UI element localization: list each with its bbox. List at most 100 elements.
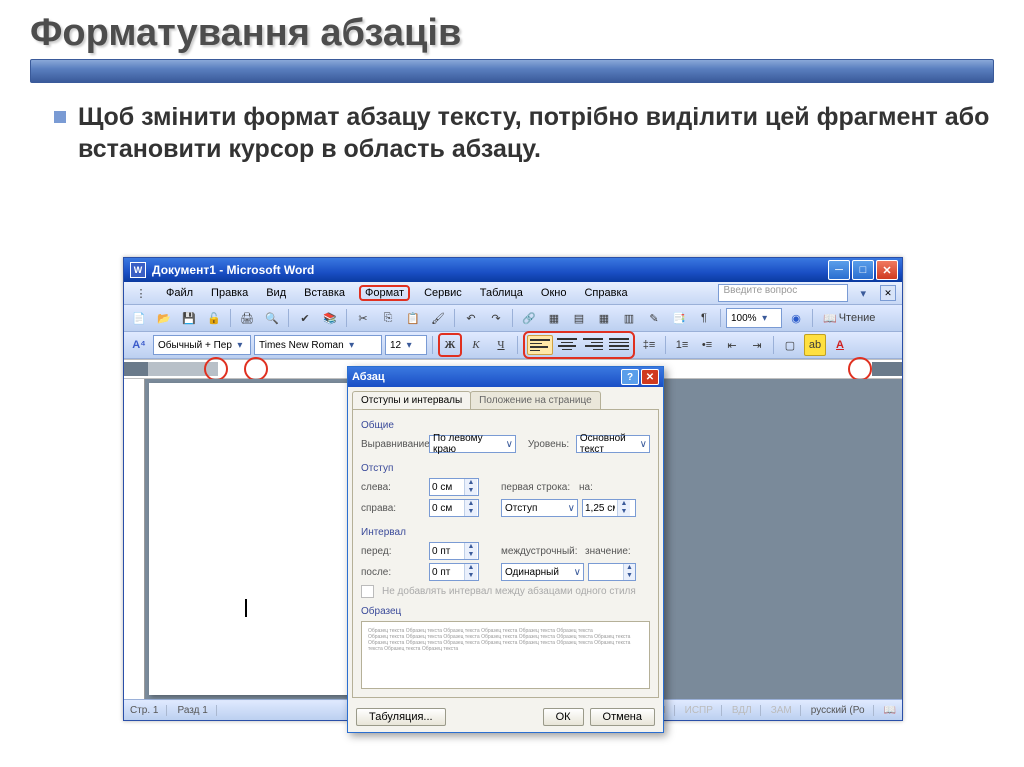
cancel-button[interactable]: Отмена [590, 708, 655, 726]
word-app-window: W Документ1 - Microsoft Word ─ □ ✕ ⋮ Фай… [123, 257, 903, 721]
preview-box: Образец текста Образец текста Образец те… [361, 621, 650, 689]
same-style-spacing-label: Не добавлять интервал между абзацами одн… [382, 586, 636, 597]
menu-format[interactable]: Формат [359, 285, 410, 301]
read-mode-button[interactable]: 📖 Чтение [818, 307, 880, 329]
menu-view[interactable]: Вид [262, 285, 290, 301]
tab-indents-spacing[interactable]: Отступы и интервалы [352, 391, 471, 409]
copy-button[interactable]: ⎘ [377, 307, 399, 329]
numbered-list-button[interactable]: 1≡ [671, 334, 693, 356]
minimize-button[interactable]: ─ [828, 260, 850, 280]
font-combo[interactable]: Times New Roman▾ [254, 335, 382, 355]
spellcheck-button[interactable]: ✔ [294, 307, 316, 329]
research-button[interactable]: 📚 [319, 307, 341, 329]
align-justify-button[interactable] [607, 335, 631, 353]
show-marks-button[interactable]: ¶ [693, 307, 715, 329]
decrease-indent-button[interactable]: ⇤ [721, 334, 743, 356]
paragraph-dialog: Абзац ? ✕ Отступы и интервалы Положение … [347, 366, 664, 733]
paste-button[interactable]: 📋 [402, 307, 424, 329]
preview-button[interactable]: 🔍 [261, 307, 283, 329]
save-button[interactable]: 💾 [178, 307, 200, 329]
menu-window[interactable]: Окно [537, 285, 571, 301]
redo-button[interactable]: ↷ [485, 307, 507, 329]
firstline-by-spinner[interactable]: ▲▼ [582, 499, 636, 517]
menu-help[interactable]: Справка [580, 285, 631, 301]
right-indent-marker[interactable] [848, 357, 872, 381]
dialog-close-button[interactable]: ✕ [641, 369, 659, 385]
menu-tools[interactable]: Сервис [420, 285, 466, 301]
undo-button[interactable]: ↶ [460, 307, 482, 329]
slide-title: Форматування абзаців [30, 12, 994, 55]
help-button[interactable]: ◉ [785, 307, 807, 329]
indent-right-label: справа: [361, 503, 425, 514]
increase-indent-button[interactable]: ⇥ [746, 334, 768, 356]
menu-file[interactable]: Файл [162, 285, 197, 301]
menu-insert[interactable]: Вставка [300, 285, 349, 301]
doc-close-button[interactable]: ✕ [880, 285, 896, 301]
menu-handle-icon: ⋮ [130, 282, 152, 304]
status-book-icon[interactable]: 📖 [884, 705, 896, 716]
insert-table-button[interactable]: ▤ [568, 307, 590, 329]
menu-table[interactable]: Таблица [476, 285, 527, 301]
firstline-combo[interactable]: Отступ∨ [501, 499, 578, 517]
open-button[interactable]: 📂 [153, 307, 175, 329]
align-right-button[interactable] [581, 335, 605, 353]
outline-level-combo[interactable]: Основной текст∨ [576, 435, 650, 453]
zoom-combo[interactable]: 100%▾ [726, 308, 782, 328]
left-indent-marker[interactable] [244, 357, 268, 381]
bullet-icon [54, 111, 66, 123]
highlight-button[interactable]: ab [804, 334, 826, 356]
italic-button[interactable]: К [465, 334, 487, 356]
styles-pane-button[interactable]: A⁴ [128, 334, 150, 356]
align-left-button[interactable] [527, 335, 553, 355]
tab-page-position[interactable]: Положение на странице [470, 391, 600, 409]
tables-button[interactable]: ▦ [543, 307, 565, 329]
vertical-ruler[interactable] [124, 379, 145, 699]
font-color-button[interactable]: A [829, 334, 851, 356]
doc-map-button[interactable]: 📑 [668, 307, 690, 329]
line-spacing-button[interactable]: ‡≡ [638, 334, 660, 356]
status-page: Стр. 1 [130, 705, 167, 716]
alignment-combo[interactable]: По левому краю∨ [429, 435, 516, 453]
bold-button[interactable]: Ж [438, 333, 462, 357]
align-center-button[interactable] [555, 335, 579, 353]
print-button[interactable]: 🖨 [236, 307, 258, 329]
bulleted-list-button[interactable]: •≡ [696, 334, 718, 356]
first-line-indent-marker[interactable] [204, 357, 228, 381]
status-mrk: ЗАМ [771, 705, 801, 716]
same-style-spacing-checkbox[interactable] [361, 585, 374, 598]
status-section: Разд 1 [177, 705, 216, 716]
section-indent-label: Отступ [361, 463, 650, 474]
style-combo[interactable]: Обычный + Пер▾ [153, 335, 251, 355]
excel-button[interactable]: ▦ [593, 307, 615, 329]
permissions-button[interactable]: 🔓 [203, 307, 225, 329]
maximize-button[interactable]: □ [852, 260, 874, 280]
new-doc-button[interactable]: 📄 [128, 307, 150, 329]
ok-button[interactable]: ОК [543, 708, 584, 726]
linespacing-at-spinner[interactable]: ▲▼ [588, 563, 636, 581]
underline-button[interactable]: Ч [490, 334, 512, 356]
hyperlink-button[interactable]: 🔗 [518, 307, 540, 329]
cut-button[interactable]: ✂ [352, 307, 374, 329]
indent-right-spinner[interactable]: ▲▼ [429, 499, 479, 517]
borders-button[interactable]: ▢ [779, 334, 801, 356]
accent-bar [30, 59, 994, 83]
close-button[interactable]: ✕ [876, 260, 898, 280]
space-after-spinner[interactable]: ▲▼ [429, 563, 479, 581]
dialog-help-button[interactable]: ? [621, 369, 639, 385]
tabs-button[interactable]: Табуляция... [356, 708, 446, 726]
fontsize-combo[interactable]: 12▾ [385, 335, 427, 355]
section-spacing-label: Интервал [361, 527, 650, 538]
section-general-label: Общие [361, 420, 650, 431]
space-before-spinner[interactable]: ▲▼ [429, 542, 479, 560]
format-painter-button[interactable]: 🖌 [427, 307, 449, 329]
columns-button[interactable]: ▥ [618, 307, 640, 329]
outline-level-label: Уровень: [528, 439, 572, 450]
menu-edit[interactable]: Правка [207, 285, 252, 301]
help-search-input[interactable]: Введите вопрос [718, 284, 848, 302]
indent-left-spinner[interactable]: ▲▼ [429, 478, 479, 496]
status-ovr: ВДЛ [732, 705, 761, 716]
linespacing-combo[interactable]: Одинарный∨ [501, 563, 584, 581]
space-before-label: перед: [361, 546, 425, 557]
document-area: Абзац ? ✕ Отступы и интервалы Положение … [124, 379, 902, 699]
drawing-button[interactable]: ✎ [643, 307, 665, 329]
